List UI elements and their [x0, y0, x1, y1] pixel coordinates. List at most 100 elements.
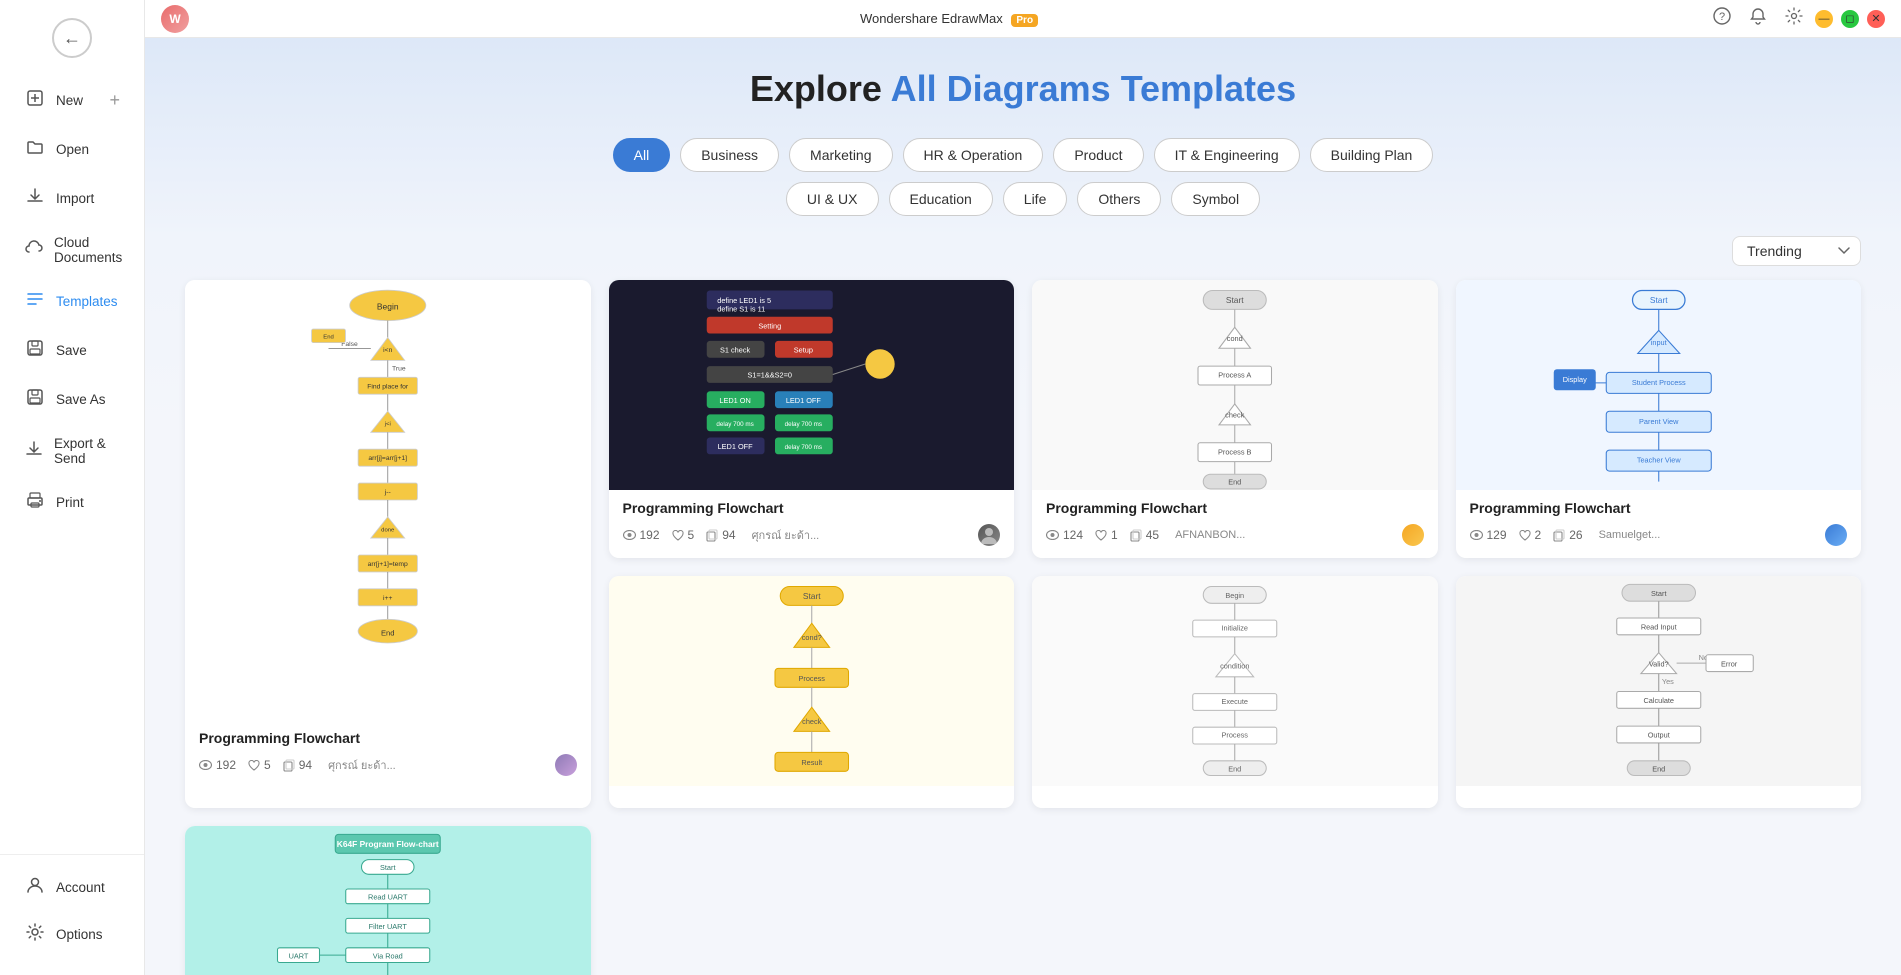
- sidebar-item-new[interactable]: New +: [8, 78, 136, 123]
- svg-text:Setting: Setting: [758, 321, 781, 330]
- explore-title: Explore All Diagrams Templates: [185, 68, 1861, 110]
- minimize-button[interactable]: —: [1815, 10, 1833, 28]
- svg-text:check: check: [802, 717, 821, 726]
- svg-text:j--: j--: [384, 489, 391, 496]
- new-icon: [24, 88, 46, 113]
- filter-others[interactable]: Others: [1077, 182, 1161, 216]
- filter-symbol[interactable]: Symbol: [1171, 182, 1260, 216]
- options-icon: [24, 922, 46, 947]
- sidebar-item-saveas[interactable]: Save As: [8, 377, 136, 422]
- svg-text:Process: Process: [1222, 731, 1249, 740]
- filter-building[interactable]: Building Plan: [1310, 138, 1434, 172]
- close-button[interactable]: ✕: [1867, 10, 1885, 28]
- svg-text:delay 700 ms: delay 700 ms: [784, 444, 821, 451]
- svg-text:Valid?: Valid?: [1648, 659, 1668, 668]
- sidebar-item-import[interactable]: Import: [8, 176, 136, 221]
- card-4-avatar: [1825, 524, 1847, 546]
- svg-text:Start: Start: [1226, 295, 1244, 305]
- template-card-2[interactable]: define LED1 is 5 define S1 is 11 Setting…: [609, 280, 1015, 558]
- svg-text:Calculate: Calculate: [1643, 696, 1674, 705]
- sidebar-item-save-label: Save: [56, 343, 87, 358]
- sidebar-item-export[interactable]: Export & Send: [8, 426, 136, 476]
- card-3-avatar: [1402, 524, 1424, 546]
- svg-text:LED1 OFF: LED1 OFF: [785, 396, 821, 405]
- svg-text:Result: Result: [801, 758, 822, 767]
- filter-product[interactable]: Product: [1053, 138, 1143, 172]
- template-card-1[interactable]: Begin i<n False End True Find place for: [185, 280, 591, 808]
- svg-text:define S1 is 11: define S1 is 11: [717, 305, 765, 314]
- sidebar-item-save[interactable]: Save: [8, 328, 136, 373]
- template-card-3[interactable]: Start cond Process A check Process B: [1032, 280, 1438, 558]
- filter-business[interactable]: Business: [680, 138, 779, 172]
- svg-text:cond?: cond?: [801, 633, 821, 642]
- card-3-likes: 1: [1095, 528, 1118, 542]
- filter-all[interactable]: All: [613, 138, 671, 172]
- card-3-views: 124: [1046, 528, 1083, 542]
- print-icon: [24, 490, 46, 515]
- maximize-button[interactable]: ◻: [1841, 10, 1859, 28]
- svg-text:?: ?: [1719, 11, 1725, 23]
- new-plus-icon: +: [109, 90, 120, 111]
- svg-text:Setup: Setup: [793, 345, 812, 354]
- filter-it[interactable]: IT & Engineering: [1154, 138, 1300, 172]
- svg-text:Parent View: Parent View: [1639, 417, 1679, 426]
- open-icon: [24, 137, 46, 162]
- import-icon: [24, 186, 46, 211]
- sidebar-item-templates[interactable]: Templates: [8, 279, 136, 324]
- settings-icon[interactable]: [1781, 3, 1807, 34]
- svg-text:arr[j]=arr[j+1]: arr[j]=arr[j+1]: [368, 455, 407, 462]
- svg-text:Yes: Yes: [1661, 677, 1673, 686]
- sidebar-item-saveas-label: Save As: [56, 392, 106, 407]
- sidebar-item-cloud[interactable]: Cloud Documents: [8, 225, 136, 275]
- template-card-7[interactable]: Start Read Input Valid? No Error Yes: [1456, 576, 1862, 808]
- sidebar-item-new-label: New: [56, 93, 83, 108]
- svg-text:K64F Program Flow-chart: K64F Program Flow-chart: [337, 839, 439, 849]
- template-card-5[interactable]: Start cond? Process check Result: [609, 576, 1015, 808]
- account-icon: [24, 875, 46, 900]
- template-card-4[interactable]: Start input Student Process Display Pare…: [1456, 280, 1862, 558]
- svg-text:Teacher View: Teacher View: [1636, 456, 1681, 465]
- svg-text:done: done: [381, 527, 395, 533]
- window-controls: ? — ◻ ✕: [1709, 3, 1885, 34]
- toolbar-right: ?: [1709, 3, 1807, 34]
- sidebar-bottom: Account Options: [0, 854, 144, 975]
- card-2-info: Programming Flowchart 192 5 94: [609, 490, 1015, 558]
- filter-education[interactable]: Education: [889, 182, 993, 216]
- card-3-info: Programming Flowchart 124 1 45: [1032, 490, 1438, 558]
- svg-text:LED1 OFF: LED1 OFF: [717, 442, 753, 451]
- filter-hr[interactable]: HR & Operation: [903, 138, 1044, 172]
- svg-text:Filter UART: Filter UART: [369, 922, 408, 931]
- sort-select[interactable]: Trending Newest Most Popular: [1732, 236, 1861, 266]
- help-icon[interactable]: ?: [1709, 3, 1735, 34]
- filter-life[interactable]: Life: [1003, 182, 1068, 216]
- svg-text:Start: Start: [1649, 295, 1667, 305]
- sidebar-item-options[interactable]: Options: [8, 912, 136, 957]
- svg-text:End: End: [1652, 764, 1665, 773]
- card-2-likes: 5: [672, 528, 695, 542]
- card-2-title: Programming Flowchart: [623, 500, 1001, 516]
- svg-text:condition: condition: [1220, 661, 1249, 670]
- svg-text:Display: Display: [1562, 375, 1586, 384]
- svg-text:End: End: [1228, 478, 1241, 487]
- svg-text:Execute: Execute: [1222, 697, 1248, 706]
- filter-ui[interactable]: UI & UX: [786, 182, 879, 216]
- template-card-6[interactable]: Begin Initialize condition Execute Proce…: [1032, 576, 1438, 808]
- svg-text:True: True: [392, 366, 406, 373]
- card-4-likes: 2: [1519, 528, 1542, 542]
- sidebar-item-account[interactable]: Account: [8, 865, 136, 910]
- back-button[interactable]: ←: [52, 18, 92, 58]
- svg-text:Start: Start: [802, 591, 820, 601]
- templates-icon: [24, 289, 46, 314]
- template-card-8[interactable]: K64F Program Flow-chart Start Read UART …: [185, 826, 591, 975]
- notification-icon[interactable]: [1745, 3, 1771, 34]
- svg-text:S1 check: S1 check: [720, 345, 750, 354]
- card-4-views: 129: [1470, 528, 1507, 542]
- filter-marketing[interactable]: Marketing: [789, 138, 892, 172]
- card-1-avatar: [555, 754, 577, 776]
- svg-text:Start: Start: [380, 863, 395, 872]
- card-3-meta: 124 1 45 AFNANBON...: [1046, 524, 1424, 546]
- svg-text:LED1 ON: LED1 ON: [719, 396, 750, 405]
- card-1-author: ศุกรณ์ ยะด้า...: [328, 756, 396, 774]
- sidebar-item-print[interactable]: Print: [8, 480, 136, 525]
- sidebar-item-open[interactable]: Open: [8, 127, 136, 172]
